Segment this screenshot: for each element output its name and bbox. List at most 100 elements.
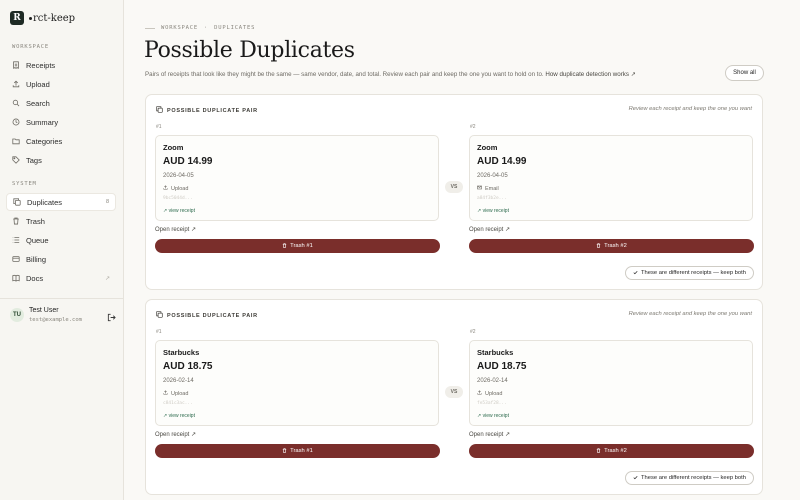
sidebar-item-upload[interactable]: Upload: [6, 75, 116, 93]
sidebar-item-label: Docs: [26, 273, 44, 283]
trash-icon: [282, 242, 287, 250]
folder-icon: [12, 137, 20, 145]
copy-icon: [156, 106, 163, 115]
open-receipt-link[interactable]: Open receipt ↗: [469, 431, 510, 438]
view-receipt-link[interactable]: ↗ view receipt: [477, 208, 509, 214]
keep-both-button[interactable]: These are different receipts — keep both: [625, 471, 754, 485]
external-link-icon: ↗: [191, 432, 197, 438]
trash-icon: [596, 447, 601, 455]
receipt-index: #2: [470, 329, 476, 335]
logo-mark: R: [10, 11, 24, 25]
sidebar-divider: [0, 298, 124, 299]
receipt-hash: a84f3b2e...: [477, 196, 507, 201]
user-email: test@example.com: [29, 317, 82, 323]
receipt-amount: AUD 14.99: [163, 156, 213, 167]
keep-both-button[interactable]: These are different receipts — keep both: [625, 266, 754, 280]
trash-receipt-1-button[interactable]: Trash #1: [155, 444, 440, 458]
sidebar-item-label: Categories: [26, 136, 63, 146]
app-logo[interactable]: R rct-keep: [10, 11, 75, 25]
sidebar-item-label: Duplicates: [27, 197, 63, 207]
receipt-vendor: Starbucks: [477, 348, 514, 357]
open-receipt-link[interactable]: Open receipt ↗: [155, 226, 196, 233]
receipt-vendor: Starbucks: [163, 348, 200, 357]
sidebar-item-summary[interactable]: Summary: [6, 113, 116, 131]
external-link-icon: ↗: [104, 275, 110, 282]
trash-receipt-1-button[interactable]: Trash #1: [155, 239, 440, 253]
logout-icon[interactable]: [107, 309, 116, 322]
sidebar-item-label: Tags: [26, 155, 42, 165]
view-receipt-link[interactable]: ↗ view receipt: [163, 208, 195, 214]
view-receipt-link[interactable]: ↗ view receipt: [163, 413, 195, 419]
sidebar-item-docs[interactable]: Docs ↗: [6, 269, 116, 287]
pair-hint: Review each receipt and keep the one you…: [628, 311, 752, 317]
upload-icon: [163, 185, 168, 192]
receipt-amount: AUD 18.75: [477, 361, 527, 372]
receipt-amount: AUD 14.99: [477, 156, 527, 167]
sidebar-item-label: Upload: [26, 79, 50, 89]
breadcrumb-separator: ·: [204, 25, 209, 31]
logo-dot: [29, 16, 32, 20]
sidebar-item-label: Billing: [26, 254, 47, 264]
breadcrumb-section[interactable]: WORKSPACE: [161, 25, 198, 31]
sidebar-item-duplicates[interactable]: Duplicates 8: [6, 193, 116, 211]
detection-help-link[interactable]: How duplicate detection works ↗: [545, 71, 636, 78]
page-title: Possible Duplicates: [144, 38, 355, 63]
book-icon: [12, 274, 20, 282]
receipt-source: Upload: [163, 390, 188, 397]
upload-icon: [477, 390, 482, 397]
sidebar: R rct-keep WORKSPACE Receipts Upload Sea…: [0, 0, 124, 500]
workspace-section-label: WORKSPACE: [12, 44, 50, 50]
sidebar-item-trash[interactable]: Trash: [6, 212, 116, 230]
check-icon: [633, 270, 638, 277]
receipt-hash: c841c3ac...: [163, 401, 193, 406]
open-receipt-link[interactable]: Open receipt ↗: [155, 431, 196, 438]
sidebar-item-receipts[interactable]: Receipts: [6, 56, 116, 74]
receipt-date: 2026-04-05: [163, 173, 194, 179]
external-link-icon: ↗: [505, 227, 511, 233]
sidebar-item-label: Queue: [26, 235, 49, 245]
trash-receipt-2-button[interactable]: Trash #2: [469, 239, 754, 253]
breadcrumb-page: DUPLICATES: [214, 25, 256, 31]
sidebar-item-label: Summary: [26, 117, 59, 127]
sidebar-item-tags[interactable]: Tags: [6, 151, 116, 169]
mail-icon: [477, 185, 482, 192]
pair-header: POSSIBLE DUPLICATE PAIR: [156, 311, 258, 320]
vs-badge: VS: [445, 386, 463, 398]
description-text: Pairs of receipts that look like they mi…: [145, 71, 544, 78]
receipt-vendor: Zoom: [163, 143, 184, 152]
sidebar-item-label: Receipts: [26, 60, 56, 70]
pair-header-label: POSSIBLE DUPLICATE PAIR: [167, 312, 258, 319]
receipt-card-right: Zoom AUD 14.99 2026-04-05 Email a84f3b2e…: [469, 135, 753, 221]
copy-icon: [156, 311, 163, 320]
receipt-card-left: Zoom AUD 14.99 2026-04-05 Upload 9bc5044…: [155, 135, 439, 221]
sidebar-item-search[interactable]: Search: [6, 94, 116, 112]
pair-header-label: POSSIBLE DUPLICATE PAIR: [167, 107, 258, 114]
trash-icon: [596, 242, 601, 250]
view-receipt-link[interactable]: ↗ view receipt: [477, 413, 509, 419]
system-section-label: SYSTEM: [12, 181, 37, 187]
receipt-index: #1: [156, 329, 162, 335]
copy-icon: [13, 198, 21, 206]
page-description: Pairs of receipts that look like they mi…: [145, 71, 636, 78]
receipt-source: Upload: [163, 185, 188, 192]
trash-receipt-2-button[interactable]: Trash #2: [469, 444, 754, 458]
card-icon: [12, 255, 20, 263]
avatar: TU: [10, 308, 24, 322]
receipt-date: 2026-04-05: [477, 173, 508, 179]
external-link-icon: ↗: [505, 432, 511, 438]
list-icon: [12, 236, 20, 244]
user-profile: TU Test User test@example.com: [10, 306, 118, 326]
search-icon: [12, 99, 20, 107]
sidebar-item-billing[interactable]: Billing: [6, 250, 116, 268]
trash-icon: [12, 217, 20, 225]
breadcrumb: WORKSPACE · DUPLICATES: [145, 25, 255, 31]
upload-icon: [163, 390, 168, 397]
show-all-button[interactable]: Show all: [725, 65, 764, 81]
open-receipt-link[interactable]: Open receipt ↗: [469, 226, 510, 233]
sidebar-item-categories[interactable]: Categories: [6, 132, 116, 150]
sidebar-item-label: Search: [26, 98, 50, 108]
upload-icon: [12, 80, 20, 88]
sidebar-item-queue[interactable]: Queue: [6, 231, 116, 249]
sidebar-item-label: Trash: [26, 216, 45, 226]
clock-icon: [12, 118, 20, 126]
